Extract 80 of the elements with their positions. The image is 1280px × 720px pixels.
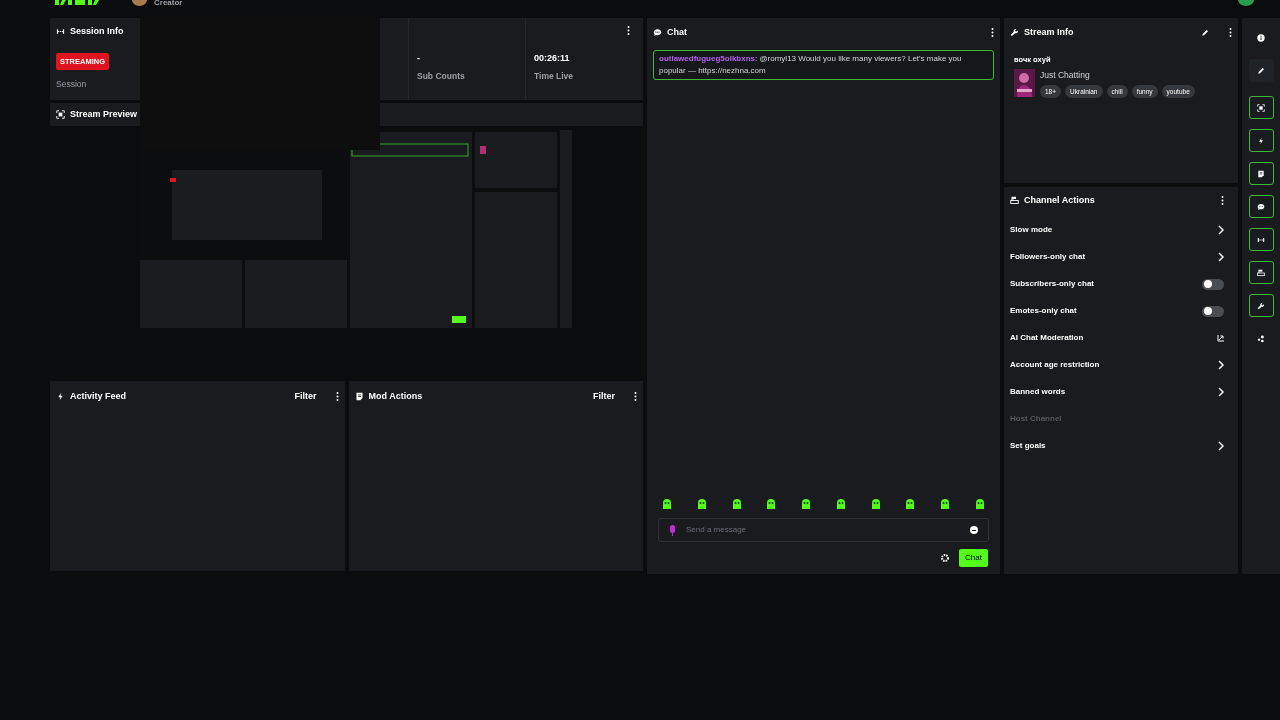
action-label[interactable]: AI Chat Moderation bbox=[1010, 332, 1084, 344]
action-label[interactable]: Slow mode bbox=[1010, 224, 1053, 236]
action-label[interactable]: Followers-only chat bbox=[1010, 251, 1086, 263]
emote-icon[interactable] bbox=[939, 498, 952, 510]
external-link-icon bbox=[1217, 334, 1224, 342]
action-label[interactable]: Emotes-only chat bbox=[1010, 305, 1077, 317]
chevron-right-icon bbox=[1218, 252, 1224, 262]
settings-icon bbox=[1257, 301, 1265, 310]
category-name: Just Chatting bbox=[1040, 68, 1091, 82]
rail-button[interactable] bbox=[1248, 195, 1274, 218]
lightning-icon bbox=[1257, 136, 1265, 145]
panel-title: Stream Info bbox=[1024, 26, 1075, 39]
chat-icon bbox=[653, 28, 662, 38]
toggle-switch[interactable] bbox=[1202, 278, 1224, 290]
panel-title: Activity Feed bbox=[70, 390, 128, 403]
action-label[interactable]: Banned words bbox=[1010, 386, 1066, 398]
emote-icon[interactable] bbox=[869, 498, 882, 510]
rail-button[interactable] bbox=[1248, 96, 1274, 119]
action-label[interactable]: Account age restriction bbox=[1010, 359, 1100, 371]
microphone-icon[interactable] bbox=[669, 524, 676, 536]
user-role: Creator bbox=[154, 0, 183, 8]
rail-button[interactable] bbox=[1248, 261, 1274, 284]
settings-icon bbox=[1010, 28, 1019, 38]
emote-icon[interactable] bbox=[730, 498, 743, 510]
settings-icon[interactable] bbox=[941, 554, 950, 562]
more-icon[interactable] bbox=[1229, 28, 1232, 38]
chevron-right-icon bbox=[1218, 225, 1224, 235]
edit-icon bbox=[1201, 28, 1209, 37]
action-label[interactable]: Set goals bbox=[1010, 440, 1046, 452]
stat-label: Time Live bbox=[534, 70, 575, 83]
chat-icon bbox=[1257, 202, 1265, 211]
lightning-icon bbox=[56, 392, 65, 402]
more-icon[interactable] bbox=[335, 392, 339, 402]
emote-icon[interactable] bbox=[834, 498, 847, 510]
layout-icon bbox=[1257, 268, 1265, 277]
panel-title: Chat bbox=[667, 26, 688, 39]
profile-icon[interactable] bbox=[1238, 0, 1254, 6]
action-label[interactable]: Subscribers-only chat bbox=[1010, 278, 1095, 290]
stat-label: Sub Counts bbox=[417, 70, 466, 83]
filter-button[interactable]: Filter bbox=[593, 390, 615, 404]
dots-icon bbox=[1257, 334, 1265, 343]
more-icon[interactable] bbox=[991, 28, 994, 38]
rail-button[interactable] bbox=[1248, 294, 1274, 317]
chevron-right-icon bbox=[1218, 360, 1224, 370]
stat-value: - bbox=[417, 52, 421, 63]
panel-title: Stream Preview bbox=[70, 107, 138, 121]
emote-icon[interactable] bbox=[800, 498, 813, 510]
more-icon[interactable] bbox=[1221, 196, 1224, 206]
rail-button[interactable] bbox=[1248, 129, 1274, 152]
panel-title: Mod Actions bbox=[368, 390, 424, 403]
rail-button[interactable] bbox=[1248, 228, 1274, 251]
emote-icon[interactable] bbox=[904, 498, 917, 510]
document-icon bbox=[1257, 169, 1265, 178]
emote-icon[interactable] bbox=[661, 498, 673, 510]
stat-value: 00:26:11 bbox=[534, 52, 571, 63]
more-icon[interactable] bbox=[627, 26, 630, 35]
filter-button[interactable]: Filter bbox=[294, 390, 317, 404]
message-field[interactable]: Send a message bbox=[686, 524, 960, 536]
screen-icon bbox=[1257, 103, 1265, 112]
session-label: Session bbox=[56, 77, 88, 91]
edit-icon bbox=[1257, 66, 1265, 75]
document-icon bbox=[354, 392, 364, 402]
emote-icon[interactable] bbox=[765, 498, 778, 510]
chat-message: outlawedfugueg5olkbxns: @romyl13 Would you like many viewers? Let's make you popular — https://nezhna.com bbox=[653, 49, 994, 80]
emoji-icon[interactable] bbox=[970, 526, 978, 534]
emote-icon[interactable] bbox=[973, 498, 986, 510]
chat-send-button[interactable]: Chat bbox=[959, 549, 988, 567]
avatar-icon[interactable] bbox=[132, 0, 147, 6]
toggle-switch[interactable] bbox=[1202, 305, 1224, 317]
screen-icon bbox=[56, 110, 65, 119]
layout-icon bbox=[1010, 196, 1019, 206]
more-icon[interactable] bbox=[634, 392, 637, 402]
message-box[interactable]: Send a message bbox=[658, 518, 989, 542]
panel-title: Session Info bbox=[70, 25, 124, 38]
info-icon bbox=[1257, 33, 1265, 42]
emote-icon[interactable] bbox=[695, 498, 708, 510]
rail-button[interactable] bbox=[1248, 162, 1274, 185]
panel-title: Channel Actions bbox=[1024, 194, 1096, 207]
chevron-right-icon bbox=[1218, 441, 1224, 451]
chevron-right-icon bbox=[1218, 387, 1224, 397]
